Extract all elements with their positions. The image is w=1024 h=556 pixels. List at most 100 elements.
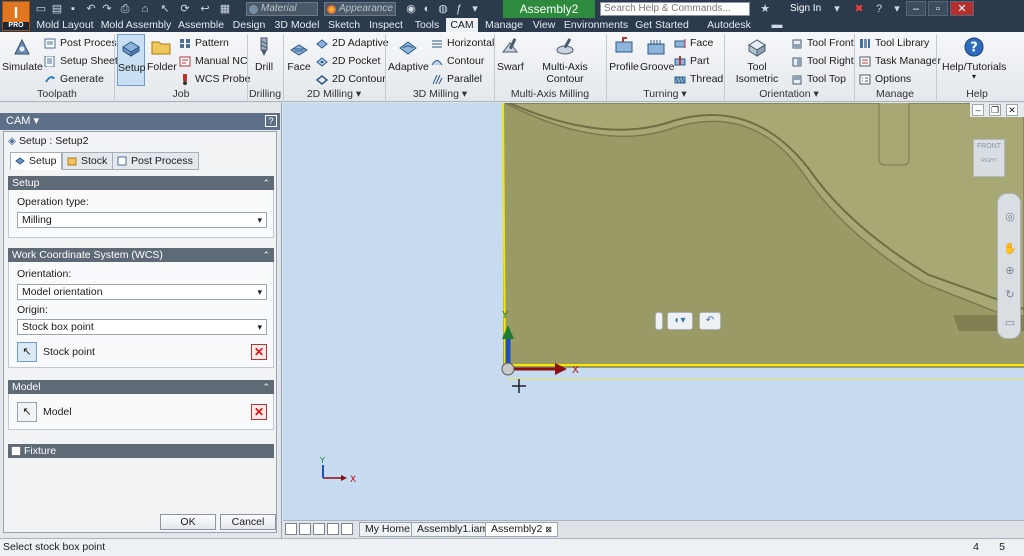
appearance-combo[interactable]: Appearance (324, 2, 396, 16)
tab-post-process[interactable]: Post Process (112, 152, 199, 170)
tool-front-button[interactable]: Tool Front (791, 36, 854, 51)
app-logo[interactable]: I PRO (2, 1, 30, 31)
tab-sketch[interactable]: Sketch (326, 18, 362, 32)
tab-view[interactable]: View (530, 18, 558, 32)
mini-toolbar-back-button[interactable]: ↶ (699, 312, 721, 330)
part-button[interactable]: Part (674, 54, 709, 69)
projects-icon[interactable]: ▦ (218, 2, 232, 16)
viewcube-front-face[interactable]: FRONT (974, 140, 1004, 154)
orientation-select[interactable]: Model orientation ▾ (17, 284, 267, 300)
material-combo[interactable]: Material (246, 2, 318, 16)
setup-button[interactable]: Setup (117, 34, 145, 86)
2d-pocket-button[interactable]: 2D Pocket (316, 54, 380, 69)
tab-assembly2[interactable]: Assembly2 ⊠ (485, 522, 558, 537)
tab-stock[interactable]: Stock (62, 152, 114, 170)
maximize-button[interactable]: ▫ (928, 1, 948, 16)
tab-autodesk-a360[interactable]: Autodesk A360 (694, 18, 764, 45)
multi-axis-contour-button[interactable]: Multi-Axis Contour (526, 34, 604, 86)
tab-inspect[interactable]: Inspect (366, 18, 406, 32)
stock-point-select-button[interactable]: ↖ (17, 342, 37, 362)
panel-header[interactable]: CAM ▾? (0, 113, 280, 130)
mini-toolbar-grip[interactable] (655, 312, 663, 330)
setup-sheet-button[interactable]: Setup Sheet (44, 54, 118, 69)
folder-button[interactable]: Folder (147, 34, 177, 86)
section-wcs[interactable]: Work Coordinate System (WCS) ⌃ (8, 248, 274, 262)
turning-face-button[interactable]: Face (674, 36, 713, 51)
close-button[interactable]: ✕ (950, 1, 974, 16)
home-icon[interactable]: ⌂ (138, 2, 152, 16)
pan-icon[interactable]: ✋ (1003, 242, 1017, 256)
simulate-button[interactable]: Simulate (2, 34, 43, 86)
horizontal-button[interactable]: Horizontal (431, 36, 494, 51)
stock-point-clear-button[interactable]: ✕ (251, 344, 267, 360)
steering-wheel-icon[interactable]: ◎ (1003, 210, 1017, 224)
undo-icon[interactable]: ↶ (84, 2, 98, 16)
ok-button[interactable]: OK (160, 514, 216, 530)
tile-vertical-icon[interactable] (299, 523, 311, 535)
options-button[interactable]: Options (859, 72, 911, 87)
favorites-icon[interactable]: ★ (758, 2, 772, 16)
save-icon[interactable]: ▪ (66, 2, 80, 16)
return-icon[interactable]: ↩ (198, 2, 212, 16)
tab-3d-model[interactable]: 3D Model (272, 18, 322, 32)
section-fixture[interactable]: Fixture (8, 444, 274, 458)
panel-help-icon[interactable]: ? (265, 115, 277, 127)
post-process-button[interactable]: Post Process (44, 36, 122, 51)
parameters-icon[interactable]: ƒ (452, 2, 466, 16)
chevron-down-icon[interactable]: ▾ (462, 88, 467, 100)
open-folder-icon[interactable]: ▤ (50, 2, 64, 16)
chevron-down-icon[interactable]: ▾ (34, 115, 40, 127)
document-list-icon[interactable] (341, 523, 353, 535)
manual-nc-button[interactable]: Manual NC (179, 54, 248, 69)
2d-adaptive-button[interactable]: 2D Adaptive (316, 36, 389, 51)
customize-icon[interactable]: ▾ (468, 2, 482, 16)
new-file-icon[interactable]: ▭ (34, 2, 48, 16)
fixture-checkbox[interactable] (11, 446, 21, 456)
parallel-button[interactable]: Parallel (431, 72, 482, 87)
clear-appearance-icon[interactable]: ◉ (404, 2, 418, 16)
print-icon[interactable]: ⎙ (118, 2, 132, 16)
section-model[interactable]: Model ⌃ (8, 380, 274, 394)
pattern-button[interactable]: Pattern (179, 36, 229, 51)
task-manager-button[interactable]: Task Manager (859, 54, 941, 69)
graphics-viewport[interactable]: X Y X Y – ❐ ✕ FRONT RIGHT ◎ ✋ ⊕ ↻ ▭ ◐▾ ↶ (283, 103, 1024, 520)
groove-button[interactable]: Groove (640, 34, 674, 86)
swarf-button[interactable]: Swarf (497, 34, 524, 86)
tab-tools[interactable]: Tools (410, 18, 444, 32)
wcs-probe-button[interactable]: WCS Probe (179, 72, 250, 87)
model-select-button[interactable]: ↖ (17, 402, 37, 422)
tab-mold-assembly[interactable]: Mold Assembly (100, 18, 172, 32)
select-arrow-icon[interactable]: ↖ (158, 2, 172, 16)
model-graphics[interactable]: X Y X Y (283, 103, 1024, 520)
chevron-down-icon[interactable]: ▾ (814, 88, 819, 100)
tab-assembly1[interactable]: Assembly1.iam (411, 522, 495, 537)
tab-setup[interactable]: Setup (10, 152, 63, 170)
help-search-input[interactable]: Search Help & Commands... (600, 2, 750, 16)
material-browser-icon[interactable]: ◍ (436, 2, 450, 16)
cancel-button[interactable]: Cancel (220, 514, 276, 530)
chevron-down-icon[interactable]: ▾ (356, 88, 361, 100)
viewport-restore-button[interactable]: ❐ (989, 104, 1001, 116)
update-icon[interactable]: ⟳ (178, 2, 192, 16)
collapse-icon[interactable]: ⌃ (262, 248, 270, 262)
redo-icon[interactable]: ↷ (100, 2, 114, 16)
tab-get-started[interactable]: Get Started (634, 18, 690, 32)
viewcube-right-face[interactable]: RIGHT (974, 154, 1004, 168)
drill-button[interactable]: Drill (250, 34, 278, 86)
collapse-icon[interactable]: ⌃ (262, 380, 270, 394)
zoom-icon[interactable]: ⊕ (1003, 264, 1017, 278)
tab-cam[interactable]: CAM (446, 18, 478, 32)
profile-button[interactable]: Profile (609, 34, 639, 86)
tool-library-button[interactable]: Tool Library (859, 36, 929, 51)
ribbon-minimize-icon[interactable]: ▬ (770, 18, 784, 32)
contour-button[interactable]: Contour (431, 54, 484, 69)
tab-close-icon[interactable]: ⊠ (545, 525, 552, 534)
section-setup[interactable]: Setup ⌃ (8, 176, 274, 190)
tool-right-button[interactable]: Tool Right (791, 54, 854, 69)
cascade-icon[interactable] (313, 523, 325, 535)
exchange-apps-icon[interactable]: ✖ (852, 2, 866, 16)
viewport-minimize-button[interactable]: – (972, 104, 984, 116)
tile-horizontal-icon[interactable] (285, 523, 297, 535)
tab-environments[interactable]: Environments (562, 18, 630, 32)
arrange-icon[interactable] (327, 523, 339, 535)
